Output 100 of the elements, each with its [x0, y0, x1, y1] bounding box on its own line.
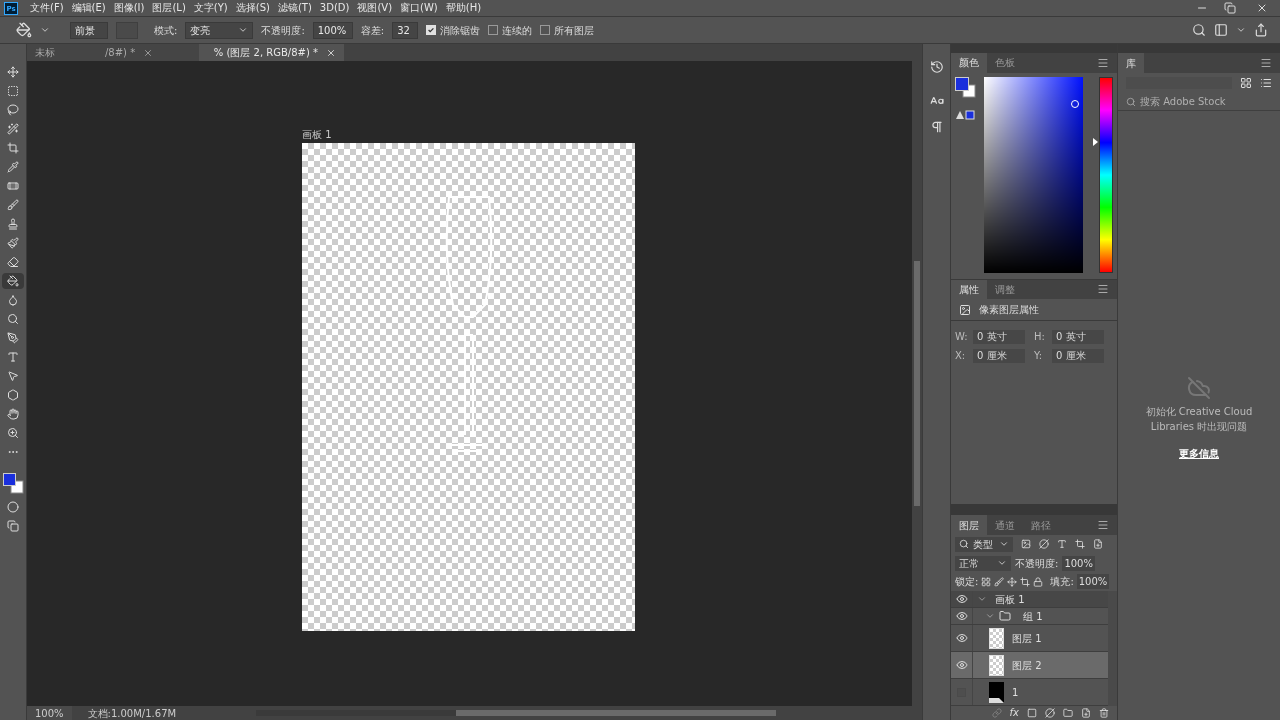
checkbox[interactable] — [488, 25, 499, 35]
checkbox-label: 所有图层 — [554, 23, 595, 38]
more-info-link[interactable]: 更多信息 — [1179, 446, 1219, 461]
color-swatches-icon[interactable] — [2, 473, 24, 494]
screen-mode-icon[interactable] — [7, 520, 19, 532]
menu-item[interactable]: 选择(S) — [231, 1, 274, 15]
lock-all-icon[interactable] — [1033, 576, 1044, 587]
panel-menu-icon[interactable] — [1097, 519, 1109, 531]
eye-icon[interactable] — [955, 593, 968, 606]
lasso-icon — [7, 104, 19, 116]
panel-tab[interactable]: 调整 — [987, 279, 1023, 300]
pixel-layer-icon — [959, 303, 971, 316]
dimension-field[interactable]: 0 英寸 — [1052, 329, 1104, 344]
restore-icon[interactable] — [1224, 2, 1236, 14]
checkbox[interactable] — [426, 25, 437, 35]
dimension-field[interactable]: 0 厘米 — [973, 348, 1025, 363]
menu-item[interactable]: 文字(Y) — [189, 1, 232, 15]
tolerance-field[interactable]: 32 — [392, 21, 419, 39]
menu-item[interactable]: 3D(D) — [315, 1, 354, 15]
layer-row[interactable]: 组 1 — [951, 608, 1108, 626]
move-icon — [7, 66, 19, 78]
field-label: H: — [1034, 330, 1046, 345]
menu-item[interactable]: 视图(V) — [353, 1, 397, 15]
panel-tab[interactable]: 通道 — [987, 515, 1023, 535]
menu-item[interactable]: 图层(L) — [148, 1, 190, 15]
layer-thumbnail — [989, 627, 1004, 649]
panel-tab[interactable]: 路径 — [1023, 515, 1059, 535]
menu-item[interactable]: 帮助(H) — [441, 1, 486, 15]
dimension-field[interactable]: 0 厘米 — [1052, 348, 1104, 363]
folder-icon — [999, 610, 1011, 623]
panel-tab[interactable]: 颜色 — [951, 52, 987, 73]
document-tab[interactable]: % (图层 2, RGB/8#) * — [199, 44, 344, 61]
droplet-icon — [7, 294, 19, 306]
hue-slider-thumb[interactable] — [1093, 137, 1099, 146]
eye-icon[interactable] — [955, 659, 968, 672]
layer-row[interactable]: 图层 1 — [951, 625, 1108, 653]
color-swatches-icon[interactable] — [955, 76, 976, 98]
share-icon[interactable] — [1254, 23, 1268, 37]
field-label: W: — [955, 330, 969, 345]
delete-icon[interactable] — [1099, 708, 1109, 719]
menu-item[interactable]: 图像(I) — [109, 1, 149, 15]
lock-paint-icon[interactable] — [994, 576, 1005, 587]
mask-icon[interactable] — [1027, 708, 1037, 719]
caret-icon[interactable] — [40, 25, 50, 35]
tool-button[interactable] — [2, 273, 24, 289]
stock-search-field[interactable]: 搜索 Adobe Stock — [1140, 94, 1270, 109]
layer-row[interactable]: 图层 2 — [951, 652, 1108, 680]
eye-icon[interactable] — [955, 632, 968, 645]
lock-artboard-icon[interactable] — [1020, 576, 1031, 587]
panel-tab[interactable]: 库 — [1118, 53, 1144, 73]
adjustment-icon[interactable] — [1045, 708, 1055, 719]
tab-title: /8#) * — [105, 46, 136, 60]
fill-field[interactable]: 100% — [1076, 574, 1110, 590]
caret-icon[interactable] — [1236, 25, 1246, 35]
eye-icon[interactable] — [955, 610, 968, 623]
new-group-icon[interactable] — [1063, 708, 1073, 719]
checkbox[interactable] — [540, 25, 551, 35]
paint-bucket-icon[interactable] — [16, 22, 32, 38]
lock-position-icon[interactable] — [1007, 576, 1018, 587]
menu-item[interactable]: 文件(F) — [26, 1, 68, 15]
list-view-icon[interactable] — [1260, 77, 1272, 89]
grid-view-icon[interactable] — [1240, 77, 1252, 89]
history-icon[interactable] — [929, 60, 944, 74]
type-filter-icon[interactable] — [1057, 539, 1067, 550]
vertical-scrollbar[interactable] — [914, 261, 920, 506]
fill-source-dropdown[interactable]: 前景 — [70, 21, 108, 39]
checkbox-label: 连续的 — [502, 23, 533, 38]
close-tab-icon[interactable] — [143, 47, 154, 58]
shape-filter-icon[interactable] — [1075, 539, 1085, 550]
adjustment-filter-icon[interactable] — [1039, 539, 1049, 550]
panel-menu-icon[interactable] — [1097, 283, 1109, 296]
panel-tab[interactable]: 图层 — [951, 515, 987, 535]
filter-dropdown[interactable]: 类型 — [955, 536, 1013, 552]
smart-filter-icon[interactable] — [1093, 539, 1103, 550]
lock-pixels-icon[interactable] — [981, 576, 992, 587]
layer-row[interactable]: 1 — [951, 679, 1108, 707]
color-field[interactable] — [984, 76, 1084, 273]
pixel-filter-icon[interactable] — [1021, 539, 1031, 550]
caret-icon[interactable] — [238, 25, 249, 35]
menu-item[interactable]: 编辑(E) — [67, 1, 110, 15]
layer-style-button[interactable]: fx — [1009, 707, 1019, 720]
panel-menu-icon[interactable] — [1260, 57, 1272, 69]
zoom-icon — [7, 427, 19, 439]
panel-menu-icon[interactable] — [1097, 56, 1109, 69]
new-layer-icon[interactable] — [1081, 708, 1091, 719]
workspace-icon[interactable] — [1214, 23, 1228, 37]
dimension-field[interactable]: 0 英寸 — [973, 329, 1025, 344]
quick-mask-icon[interactable] — [7, 501, 19, 513]
close-tab-icon[interactable] — [326, 47, 336, 58]
layer-row[interactable]: 画板 1 — [951, 591, 1108, 609]
search-icon[interactable] — [1192, 23, 1206, 37]
opacity-field[interactable]: 100% — [1062, 555, 1095, 571]
horizontal-scrollbar[interactable] — [456, 710, 777, 716]
menu-item[interactable]: 滤镜(T) — [273, 1, 316, 15]
menu-item[interactable]: 窗口(W) — [396, 1, 442, 15]
close-icon[interactable] — [1256, 2, 1268, 14]
panel-tab[interactable]: 属性 — [951, 279, 987, 300]
opacity-field[interactable]: 100% — [312, 21, 353, 39]
panel-tab[interactable]: 色板 — [987, 52, 1023, 73]
paragraph-icon[interactable] — [929, 120, 944, 134]
